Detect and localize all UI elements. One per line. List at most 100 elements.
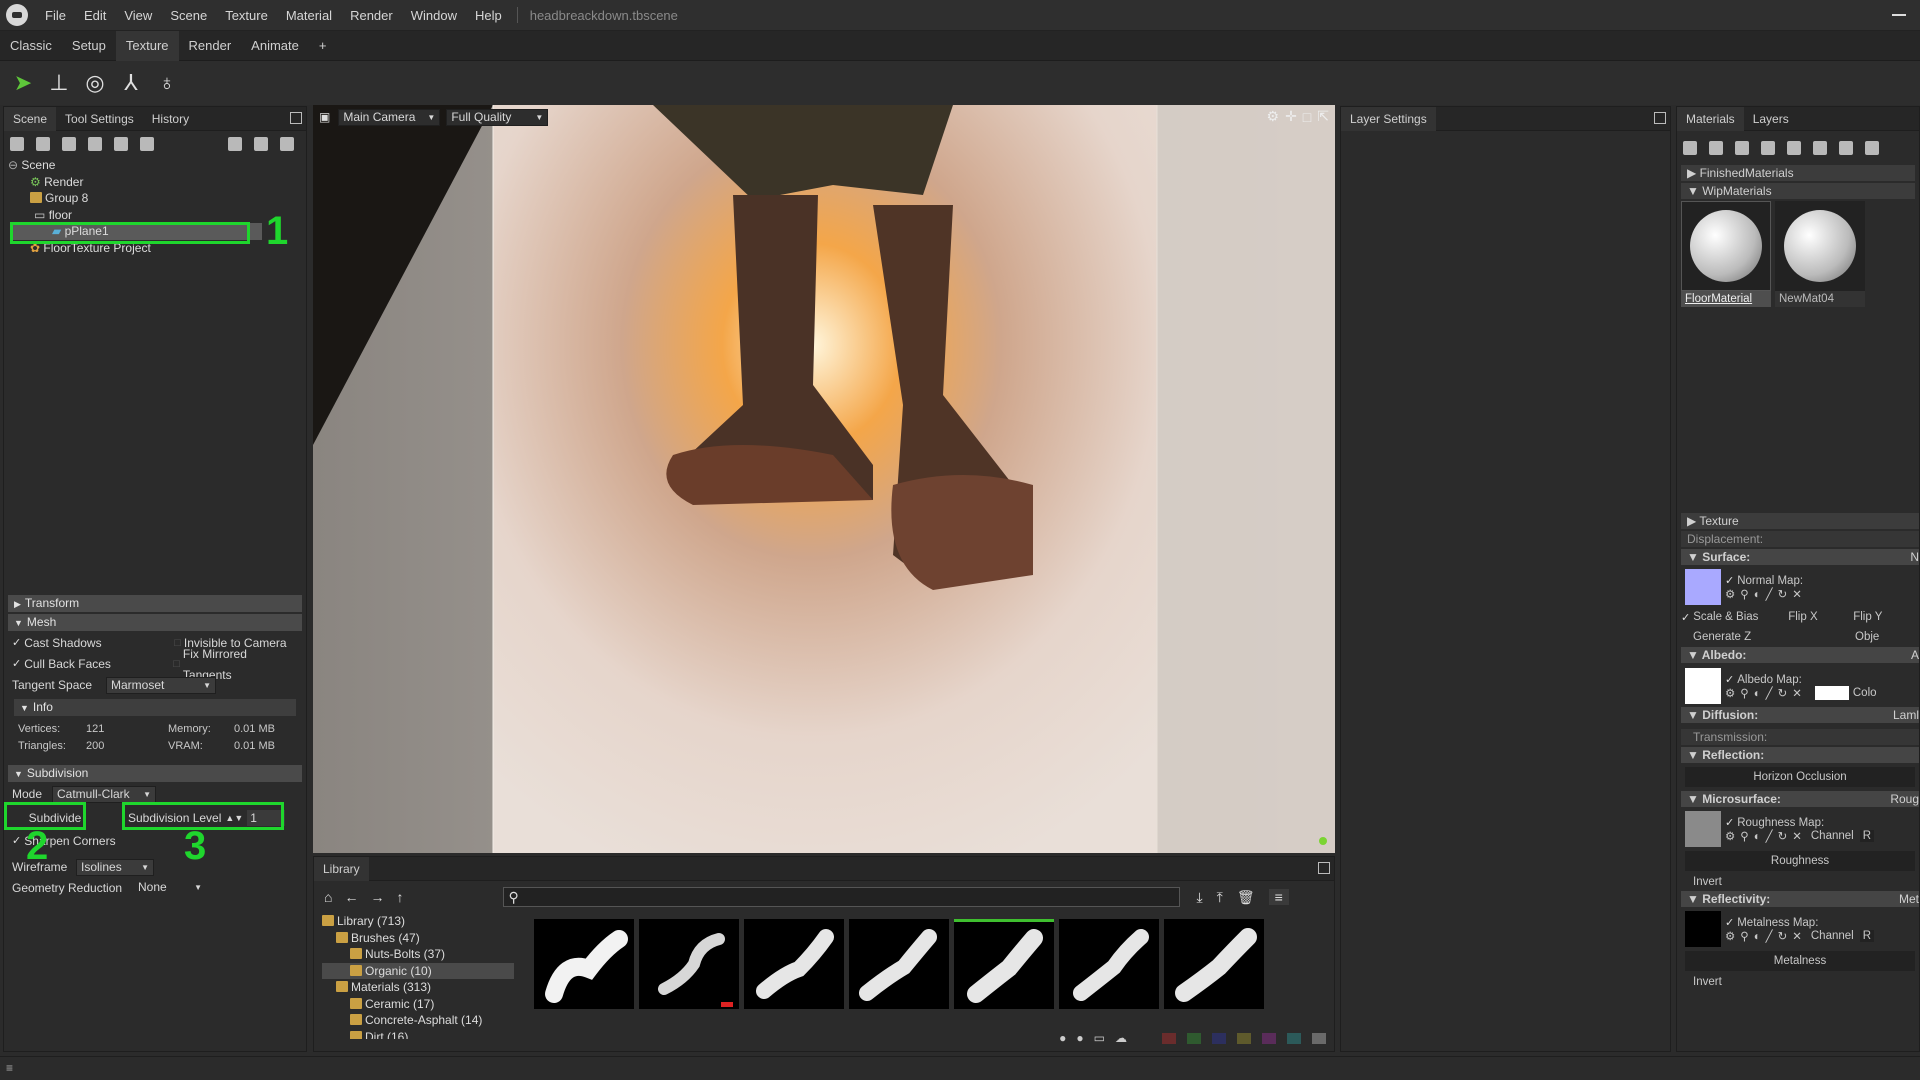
normal-map-swatch[interactable] (1685, 569, 1721, 605)
brush-thumbnail[interactable] (744, 919, 844, 1009)
move-icon[interactable]: ✛ (1285, 108, 1297, 125)
filter-all-icon[interactable]: ● (1059, 1031, 1066, 1045)
camera-dropdown[interactable]: Main Camera (338, 108, 441, 126)
surface-section[interactable]: ▼ Surface: N (1681, 549, 1919, 565)
tree-item-render[interactable]: ⚙ Render (8, 174, 306, 191)
brush-thumbnail[interactable] (1059, 919, 1159, 1009)
menu-texture[interactable]: Texture (216, 8, 277, 23)
map-tool-icons[interactable]: ⚙⚲◐╱↻✕ (1725, 829, 1807, 843)
checkbox-normal-map[interactable]: ✓ (1725, 575, 1734, 587)
map-tool-icons[interactable]: ⚙⚲◐╱↻✕ (1725, 929, 1807, 943)
color-swatch-gray[interactable] (1312, 1032, 1326, 1044)
pivot-gizmo-icon[interactable]: ♁ (152, 68, 182, 98)
brush-thumbnail[interactable] (849, 919, 949, 1009)
lib-tree-item[interactable]: Materials (313) (322, 979, 514, 996)
material-floor[interactable]: FloorMaterial (1681, 201, 1771, 307)
tree-item-scene[interactable]: ⊖ Scene (8, 157, 306, 174)
tab-animate[interactable]: Animate (241, 31, 309, 61)
invert-roughness[interactable]: Invert (1681, 873, 1919, 891)
back-icon[interactable]: ← (344, 889, 358, 905)
tab-setup[interactable]: Setup (62, 31, 116, 61)
map-tool-icons[interactable]: ⚙⚲◐╱↻✕ (1725, 686, 1807, 700)
metalness-map-swatch[interactable] (1685, 911, 1721, 947)
menu-render[interactable]: Render (341, 8, 402, 23)
refresh-icon[interactable] (1865, 141, 1879, 155)
mode-dropdown[interactable]: Catmull-Clark (52, 786, 156, 803)
color-swatch-blue[interactable] (1212, 1032, 1226, 1044)
flip-y-label[interactable]: Flip Y (1853, 611, 1882, 623)
lib-tree-item-selected[interactable]: Organic (10) (322, 962, 514, 979)
menu-edit[interactable]: Edit (75, 8, 115, 23)
sky-icon[interactable] (88, 137, 102, 151)
pick-icon[interactable] (1839, 141, 1853, 155)
displacement-section[interactable]: Displacement: (1681, 531, 1919, 547)
color-swatch-teal[interactable] (1287, 1032, 1301, 1044)
mesh-section[interactable]: ▼ Mesh (8, 614, 302, 631)
lib-tree-item[interactable]: Concrete-Asphalt (14) (322, 1012, 514, 1029)
tab-layers[interactable]: Layers (1744, 107, 1798, 131)
tab-tool-settings[interactable]: Tool Settings (56, 107, 143, 131)
shadow-catcher-icon[interactable] (114, 137, 128, 151)
settings-gear-icon[interactable]: ⚙ (1267, 108, 1280, 125)
import-icon[interactable]: ⤓ (1196, 889, 1202, 906)
menu-help[interactable]: Help (466, 8, 511, 23)
filter-local-icon[interactable]: ▭ (1094, 1031, 1105, 1045)
texture-project-icon[interactable] (140, 137, 154, 151)
menu-view[interactable]: View (115, 8, 161, 23)
brush-thumbnail-selected[interactable] (954, 919, 1054, 1009)
checkbox-cast-shadows[interactable]: ✓ (12, 633, 21, 654)
tab-render[interactable]: Render (179, 31, 242, 61)
camera-icon[interactable] (62, 137, 76, 151)
lib-tree-item[interactable]: Brushes (47) (322, 930, 514, 947)
tree-item-floor[interactable]: ▭ floor (8, 207, 306, 224)
rotate-gizmo-icon[interactable]: ◎ (80, 68, 110, 98)
menu-window[interactable]: Window (402, 8, 466, 23)
checkbox-roughness-map[interactable]: ✓ (1725, 817, 1734, 829)
tab-library[interactable]: Library (314, 856, 369, 881)
tree-item-group[interactable]: Group 8 (8, 190, 306, 207)
wireframe-dropdown[interactable]: Isolines (76, 859, 154, 876)
view-mode-icon[interactable]: ≡ (1268, 889, 1289, 905)
add-object-icon[interactable] (10, 137, 24, 151)
object-space-label[interactable]: Obje (1855, 631, 1879, 643)
tab-materials[interactable]: Materials (1677, 107, 1744, 131)
lib-tree-item[interactable]: Dirt (16) (322, 1029, 514, 1039)
lib-tree-item[interactable]: Nuts-Bolts (37) (322, 946, 514, 963)
checkbox-fix-mirrored[interactable]: □ (173, 654, 180, 675)
translate-gizmo-icon[interactable]: ⊥ (44, 68, 74, 98)
horizon-occlusion-field[interactable]: Horizon Occlusion (1685, 767, 1915, 787)
home-icon[interactable]: ⌂ (324, 889, 332, 905)
tab-history[interactable]: History (143, 107, 198, 131)
channel-dropdown[interactable]: R (1859, 929, 1875, 942)
transmission-section[interactable]: Transmission: (1681, 729, 1919, 745)
menu-file[interactable]: File (36, 8, 75, 23)
add-material-icon[interactable] (1683, 141, 1697, 155)
checkbox-sharpen[interactable]: ✓ (12, 831, 21, 852)
color-swatch-yellow[interactable] (1237, 1032, 1251, 1044)
popout-icon[interactable] (290, 112, 302, 124)
checkbox-albedo-map[interactable]: ✓ (1725, 674, 1734, 686)
brush-thumbnail[interactable] (534, 919, 634, 1009)
albedo-color-swatch[interactable] (1814, 685, 1849, 700)
map-tool-icons[interactable]: ⚙⚲◐╱↻✕ (1725, 587, 1807, 601)
menu-scene[interactable]: Scene (161, 8, 216, 23)
export-icon[interactable]: ⤒ (1217, 889, 1223, 906)
quality-dropdown[interactable]: Full Quality (446, 108, 549, 126)
tab-texture[interactable]: Texture (115, 30, 179, 61)
checkbox-invisible[interactable]: □ (174, 633, 181, 654)
texture-section[interactable]: ▶ Texture (1681, 513, 1919, 529)
minimize-icon[interactable] (1892, 14, 1906, 16)
roughness-map-swatch[interactable] (1685, 811, 1721, 847)
delete-icon[interactable] (1787, 141, 1801, 155)
forward-icon[interactable]: → (370, 889, 384, 905)
maximize-icon[interactable]: □ (1303, 109, 1311, 125)
roughness-slider[interactable]: Roughness (1685, 851, 1915, 871)
lib-tree-item[interactable]: Ceramic (17) (322, 996, 514, 1013)
popout-icon[interactable] (1654, 112, 1666, 124)
finished-materials-group[interactable]: ▶ FinishedMaterials (1681, 165, 1915, 181)
filter-cloud-icon[interactable]: ☁ (1115, 1031, 1127, 1045)
checkbox-scale-bias[interactable]: ✓ (1681, 611, 1690, 624)
light-icon[interactable] (36, 137, 50, 151)
folder-icon[interactable] (1761, 141, 1775, 155)
menu-material[interactable]: Material (277, 8, 341, 23)
